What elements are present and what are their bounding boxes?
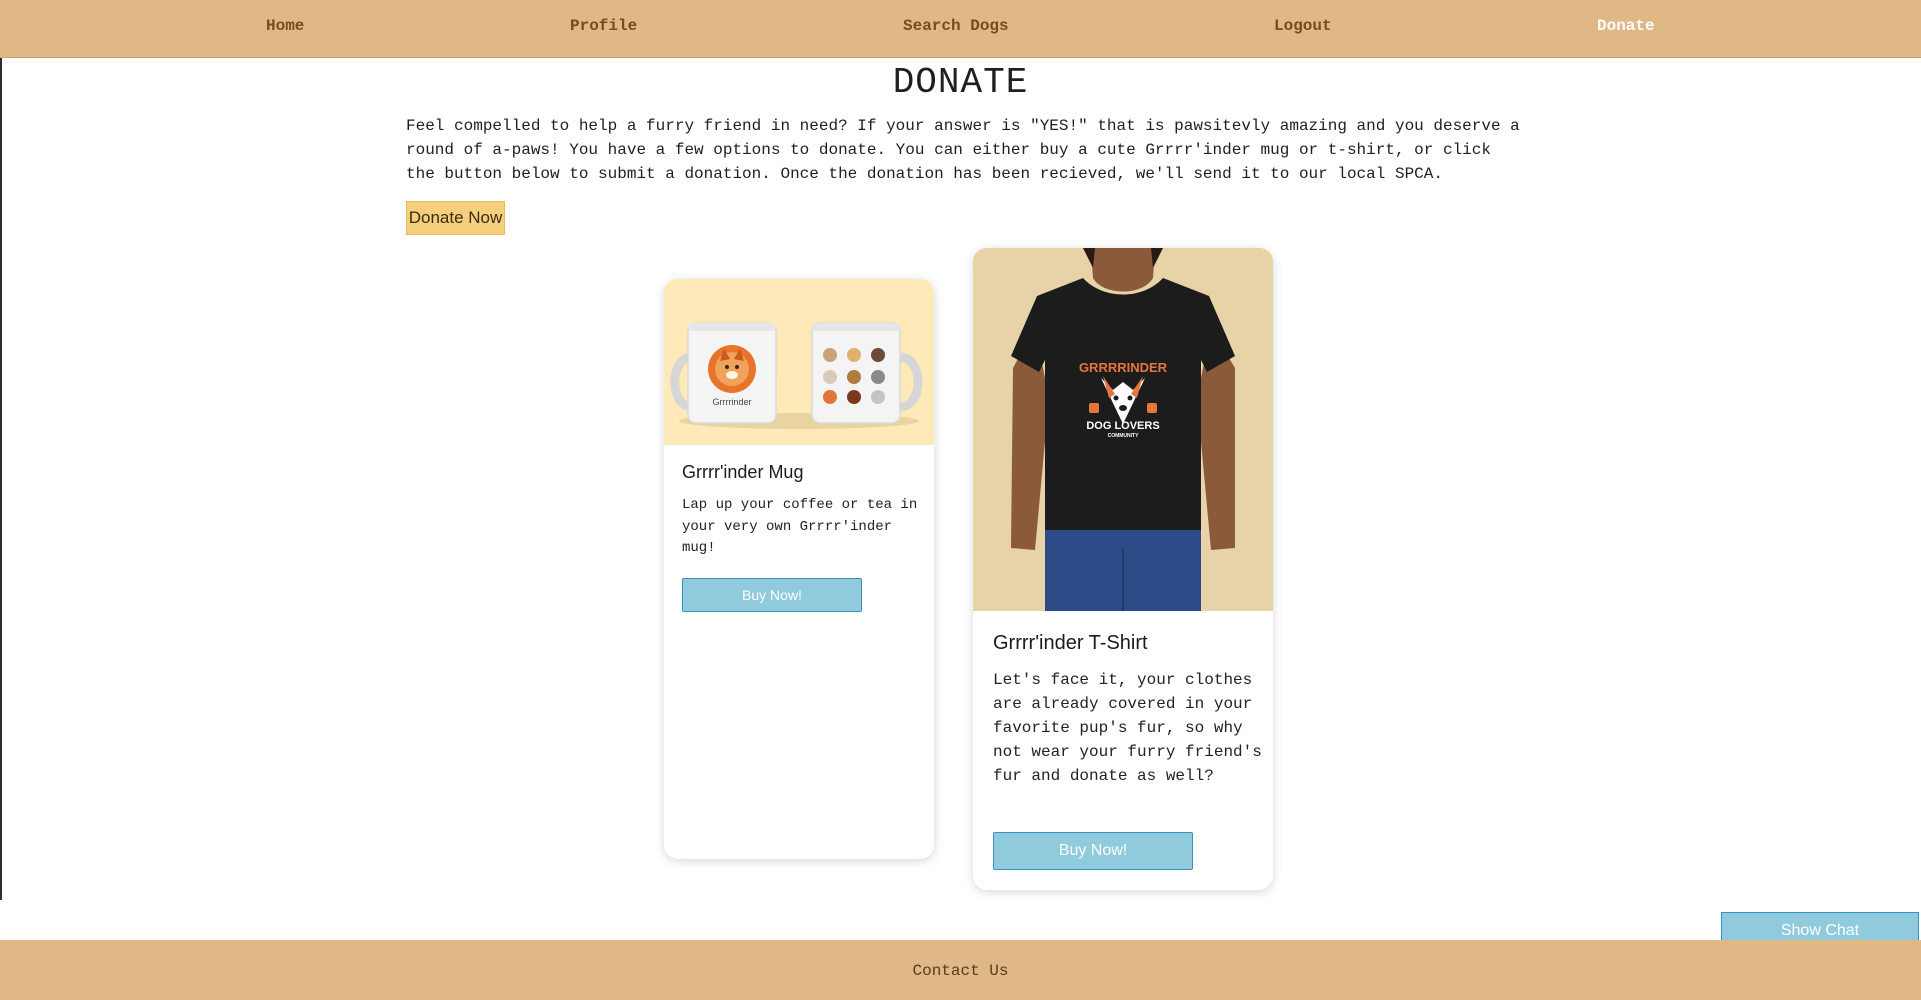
contact-us-link[interactable]: Contact Us xyxy=(0,962,1921,980)
nav-search-dogs[interactable]: Search Dogs xyxy=(903,17,1009,35)
buy-tshirt-button[interactable]: Buy Now! xyxy=(993,832,1193,870)
window-edge xyxy=(0,0,2,900)
tshirt-logo-subtext: DOG LOVERS xyxy=(1086,420,1159,432)
mug-logo-text: Grrrrinder xyxy=(712,397,751,407)
nav-donate[interactable]: Donate xyxy=(1597,17,1655,35)
mug-illustration: Grrrrinder xyxy=(670,322,923,429)
page-title: DONATE xyxy=(892,62,1029,103)
product-card-mug: Grrrrinder Grrrr'inder Mug Lap up your c… xyxy=(664,279,934,859)
mug-image: Grrrrinder xyxy=(664,279,934,445)
tshirt-illustration: GRRRRINDER DOG LOVERS COMMUNITY xyxy=(973,248,1273,611)
tshirt-logo-text: GRRRRINDER xyxy=(1079,360,1168,375)
buy-mug-button[interactable]: Buy Now! xyxy=(682,578,862,612)
donate-now-button[interactable]: Donate Now xyxy=(406,201,505,235)
nav-profile[interactable]: Profile xyxy=(570,17,637,35)
product-card-tshirt: GRRRRINDER DOG LOVERS COMMUNITY Grrrr'in… xyxy=(973,248,1273,890)
tshirt-logo-subtext2: COMMUNITY xyxy=(1108,433,1139,439)
nav-home[interactable]: Home xyxy=(266,17,304,35)
tshirt-title: Grrrr'inder T-Shirt xyxy=(993,632,1148,654)
tshirt-image: GRRRRINDER DOG LOVERS COMMUNITY xyxy=(973,248,1273,611)
mug-title: Grrrr'inder Mug xyxy=(682,462,804,482)
top-nav: Home Profile Search Dogs Logout Donate xyxy=(0,0,1921,58)
mug-description: Lap up your coffee or tea in your very o… xyxy=(682,497,918,556)
intro-paragraph: Feel compelled to help a furry friend in… xyxy=(406,117,1520,183)
tshirt-description: Let's face it, your clothes are already … xyxy=(993,671,1262,785)
nav-logout[interactable]: Logout xyxy=(1274,17,1332,35)
footer: Contact Us xyxy=(0,940,1921,1000)
